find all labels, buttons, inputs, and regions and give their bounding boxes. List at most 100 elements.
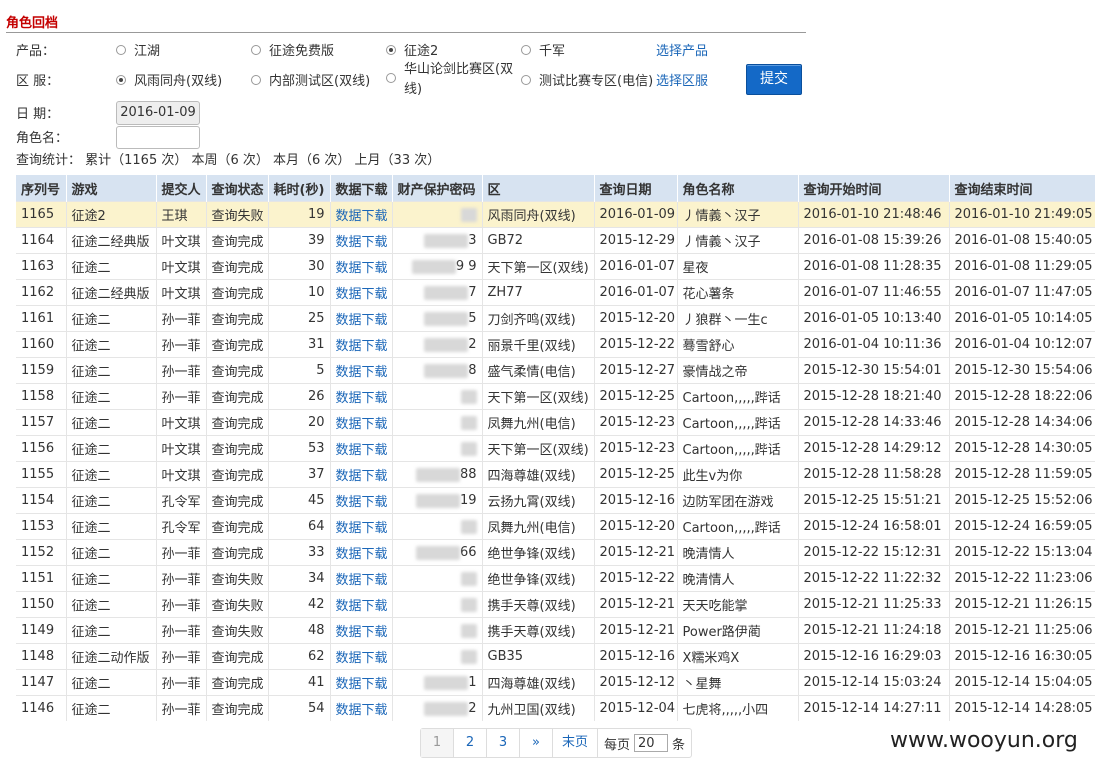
password-text: 8 — [468, 363, 477, 378]
cell-status: 查询失败 — [206, 591, 269, 618]
server-option-test[interactable]: 测试比赛专区(电信) — [521, 70, 653, 89]
radio-icon[interactable] — [116, 45, 126, 55]
product-option-zt2[interactable]: 征途2 — [386, 40, 438, 59]
cell-dl[interactable]: 数据下载 — [330, 201, 393, 228]
cell-start: 2015-12-24 16:58:01 — [798, 513, 950, 540]
cell-zone: 盛气柔情(电信) — [482, 357, 595, 384]
table-row: 1151 征途二 孙一菲 查询失败 34 数据下载 绝世争锋(双线) 2015-12-22 晚清… — [16, 565, 1095, 592]
cell-end: 2016-01-05 10:14:05 — [949, 305, 1095, 332]
choose-server-link[interactable]: 选择区服 — [656, 70, 708, 89]
page-1-button[interactable]: 1 — [421, 729, 454, 757]
redacted-blur — [460, 597, 477, 612]
cell-dl[interactable]: 数据下载 — [330, 253, 393, 280]
cell-dl[interactable]: 数据下载 — [330, 643, 393, 670]
cell-pwd: 88 — [392, 461, 483, 488]
cell-dl[interactable]: 数据下载 — [330, 513, 393, 540]
cell-dl[interactable]: 数据下载 — [330, 669, 393, 696]
radio-selected-icon[interactable] — [116, 75, 126, 85]
cell-dl[interactable]: 数据下载 — [330, 591, 393, 618]
cell-dl[interactable]: 数据下载 — [330, 331, 393, 358]
cell-game: 征途二经典版 — [66, 227, 157, 254]
cell-dl[interactable]: 数据下载 — [330, 617, 393, 644]
cell-zone: 刀剑齐鸣(双线) — [482, 305, 595, 332]
column-header: 游戏 — [66, 175, 157, 202]
cell-start: 2015-12-16 16:29:03 — [798, 643, 950, 670]
cell-user: 孙一菲 — [156, 591, 207, 618]
radio-icon[interactable] — [521, 45, 531, 55]
table-row: 1158 征途二 孙一菲 查询完成 26 数据下载 天下第一区(双线) 2015-12-25 C… — [16, 383, 1095, 410]
radio-icon[interactable] — [386, 73, 396, 83]
cell-role: 天天吃能掌 — [677, 591, 799, 618]
cell-status: 查询完成 — [206, 487, 269, 514]
cell-date: 2016-01-09 — [594, 201, 678, 228]
cell-zone: 四海尊雄(双线) — [482, 461, 595, 488]
redacted-blur — [415, 467, 460, 482]
table-row: 1149 征途二 孙一菲 查询失败 48 数据下载 携手天尊(双线) 2015-12-21 Po… — [16, 617, 1095, 644]
cell-status: 查询失败 — [206, 565, 269, 592]
cell-dl[interactable]: 数据下载 — [330, 461, 393, 488]
cell-status: 查询完成 — [206, 305, 269, 332]
choose-product-link[interactable]: 选择产品 — [656, 40, 708, 59]
per-page-input[interactable]: 20 — [634, 734, 669, 752]
cell-dl[interactable]: 数据下载 — [330, 383, 393, 410]
last-page-button[interactable]: 末页 — [553, 729, 598, 757]
cell-dl[interactable]: 数据下载 — [330, 565, 393, 592]
cell-dl[interactable]: 数据下载 — [330, 227, 393, 254]
redacted-blur — [424, 285, 469, 300]
cell-role: 丿情義丶汉子 — [677, 201, 799, 228]
page-3-button[interactable]: 3 — [487, 729, 520, 757]
cell-dl[interactable]: 数据下载 — [330, 539, 393, 566]
page-2-button[interactable]: 2 — [454, 729, 487, 757]
table-row: 1164 征途二经典版 叶文琪 查询完成 39 数据下载 3 GB72 2015-12-29 丿情… — [16, 227, 1095, 254]
radio-icon[interactable] — [251, 75, 261, 85]
column-header: 提交人 — [156, 175, 207, 202]
cell-secs: 48 — [268, 617, 331, 644]
product-option-free[interactable]: 征途免费版 — [251, 40, 334, 59]
cell-end: 2016-01-08 11:29:05 — [949, 253, 1095, 280]
cell-start: 2015-12-28 18:21:40 — [798, 383, 950, 410]
cell-dl[interactable]: 数据下载 — [330, 409, 393, 436]
cell-dl[interactable]: 数据下载 — [330, 305, 393, 332]
cell-dl[interactable]: 数据下载 — [330, 357, 393, 384]
cell-user: 孙一菲 — [156, 565, 207, 592]
cell-game: 征途二 — [66, 565, 157, 592]
password-text: 9 9 — [455, 259, 477, 274]
cell-dl[interactable]: 数据下载 — [330, 487, 393, 514]
password-text: 2 — [468, 701, 477, 716]
cell-status: 查询失败 — [206, 201, 269, 228]
server-option-internal[interactable]: 内部测试区(双线) — [251, 70, 370, 89]
server-option-fengyu[interactable]: 风雨同舟(双线) — [116, 70, 222, 89]
radio-icon[interactable] — [251, 45, 261, 55]
cell-id: 1156 — [16, 435, 67, 462]
cell-user: 孙一菲 — [156, 357, 207, 384]
cell-dl[interactable]: 数据下载 — [330, 279, 393, 306]
product-option-qianjun[interactable]: 千军 — [521, 40, 565, 59]
date-input[interactable]: 2016-01-09 — [116, 101, 200, 125]
cell-status: 查询完成 — [206, 539, 269, 566]
cell-user: 孙一菲 — [156, 695, 207, 721]
table-row: 1165 征途2 王琪 查询失败 19 数据下载 风雨同舟(双线) 2016-01-09 丿情義… — [16, 201, 1095, 228]
role-name-input[interactable] — [116, 126, 200, 149]
next-page-button[interactable]: » — [520, 729, 553, 757]
cell-game: 征途二 — [66, 409, 157, 436]
cell-date: 2016-01-07 — [594, 279, 678, 306]
cell-id: 1165 — [16, 201, 67, 228]
cell-date: 2015-12-20 — [594, 513, 678, 540]
submit-button[interactable]: 提交 — [746, 64, 802, 95]
cell-dl[interactable]: 数据下载 — [330, 435, 393, 462]
cell-start: 2016-01-05 10:13:40 — [798, 305, 950, 332]
cell-role: 星夜 — [677, 253, 799, 280]
cell-role: 七虎将,,,,,小四 — [677, 695, 799, 721]
radio-selected-icon[interactable] — [386, 45, 396, 55]
product-option-jianghu[interactable]: 江湖 — [116, 40, 160, 59]
cell-pwd: 2 — [392, 331, 483, 358]
cell-dl[interactable]: 数据下载 — [330, 695, 393, 721]
cell-game: 征途二 — [66, 617, 157, 644]
cell-end: 2015-12-28 14:30:05 — [949, 435, 1095, 462]
password-text: 7 — [468, 285, 477, 300]
server-option-huashan[interactable]: 华山论剑比赛区(双线) — [386, 60, 518, 100]
cell-date: 2015-12-29 — [594, 227, 678, 254]
radio-icon[interactable] — [521, 75, 531, 85]
cell-start: 2015-12-14 14:27:11 — [798, 695, 950, 721]
watermark: www.wooyun.org — [890, 728, 1078, 753]
